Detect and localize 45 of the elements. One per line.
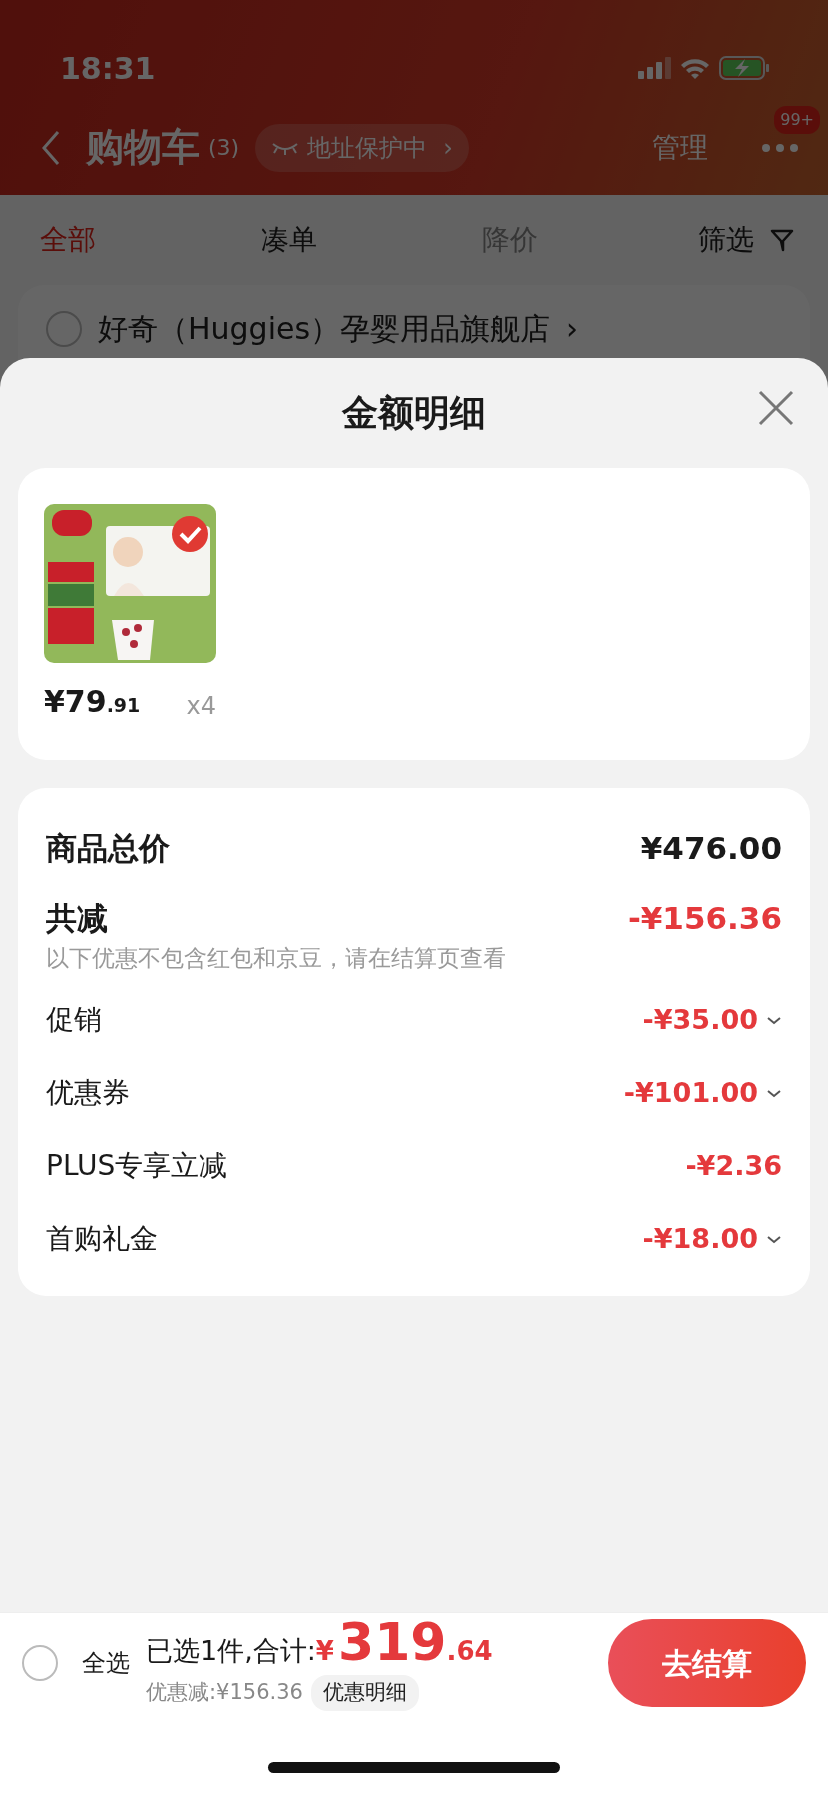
discount-value: -¥156.36 [627,898,782,938]
discount-note: 以下优惠不包含红包和京豆，请在结算页查看 [46,944,507,973]
total-label: 商品总价 [46,829,170,869]
manage-button[interactable]: 管理 [646,125,714,170]
filter-tab[interactable]: 全部 [40,219,96,261]
item-price: ¥79.91 [44,683,141,721]
more-icon [762,144,798,152]
discount-item-label: 促销 [46,1002,103,1038]
discount-item-value: -¥101.00 [623,1075,758,1110]
total-price: ¥319.64 [315,1615,493,1668]
item-quantity: x4 [186,691,216,722]
filter-button[interactable]: 筛选 [698,219,794,261]
status-time: 18:31 [60,49,156,88]
discount-item-value: -¥18.00 [642,1221,758,1256]
close-icon [758,390,794,426]
chevron-down-icon[interactable] [766,1234,782,1244]
page-title: 购物车 [86,124,200,171]
discount-label: 共减 [46,898,108,938]
checkout-button[interactable]: 去结算 [608,1619,806,1707]
chevron-down-icon[interactable] [766,1015,782,1025]
sheet-title: 金额明细 [342,391,486,435]
discount-item-label: 首购礼金 [46,1221,159,1257]
select-all-radio[interactable] [22,1645,58,1681]
back-icon[interactable] [40,129,62,166]
filter-tab[interactable]: 凑单 [261,219,317,261]
store-radio[interactable] [46,311,82,347]
battery-charging-icon [719,56,770,80]
select-all-label[interactable]: 全选 [82,1645,130,1681]
store-name[interactable]: 好奇（Huggies）孕婴用品旗舰店 [98,311,551,347]
savings-text: 优惠减:¥156.36 [146,1679,303,1706]
discount-item-label: PLUS专享立减 [46,1148,229,1184]
discount-details-button[interactable]: 优惠明细 [310,1675,419,1711]
close-button[interactable] [758,390,794,426]
discount-item-label: 优惠券 [46,1075,131,1111]
filter-icon [770,228,794,252]
chevron-icon: › [566,311,579,347]
cart-count: (3) [208,134,240,162]
chevron-icon: › [443,129,453,166]
total-value: ¥476.00 [640,829,782,869]
discount-item-value: -¥35.00 [642,1002,758,1037]
chevron-down-icon[interactable] [766,1088,782,1098]
discount-item-value: -¥2.36 [685,1148,782,1183]
wifi-icon [679,56,711,80]
notification-badge: 99+ [774,105,820,134]
selection-summary: 已选1件,合计: [146,1633,316,1668]
